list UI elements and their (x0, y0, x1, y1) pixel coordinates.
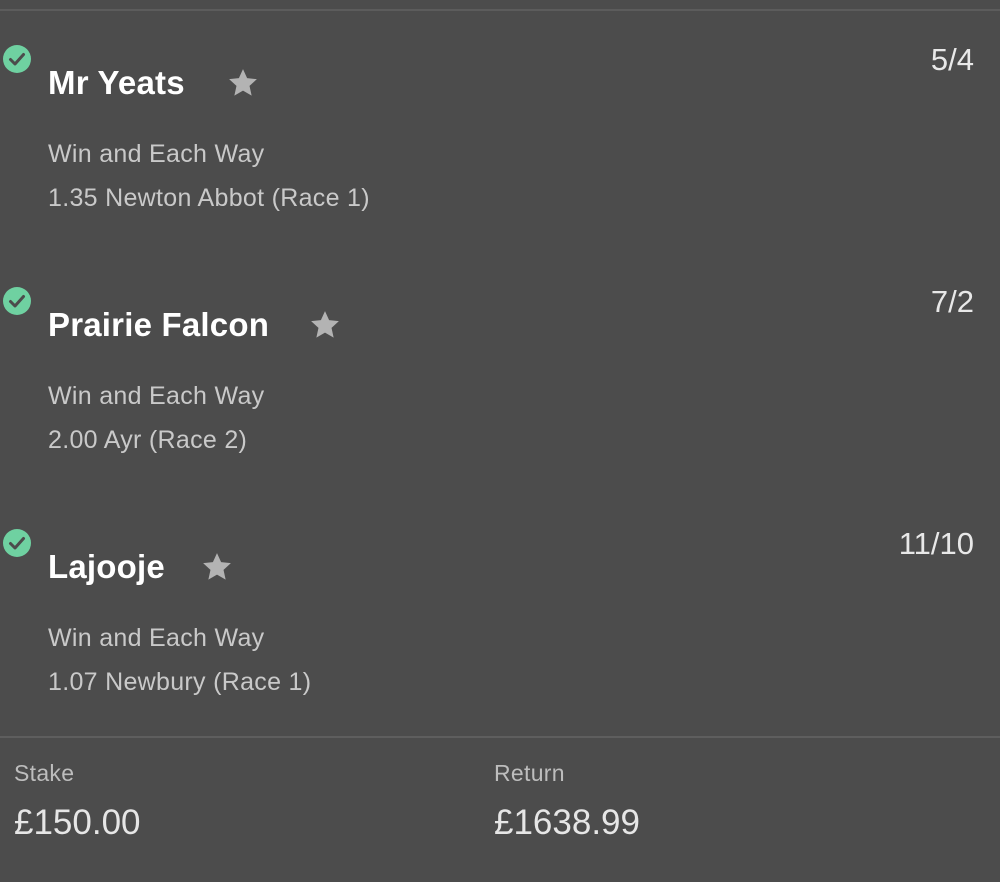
check-icon (3, 529, 31, 557)
check-icon (3, 45, 31, 73)
odds: 5/4 (930, 42, 974, 77)
race-event: 1.07 Newbury (Race 1) (48, 668, 312, 696)
runner-name: Lajooje (48, 548, 165, 585)
market-type: Win and Each Way (48, 140, 265, 168)
check-icon (3, 287, 31, 315)
selection-item[interactable]: Lajooje 11/10 Win and Each Way 1.07 Newb… (0, 520, 1000, 720)
top-divider (0, 9, 1000, 11)
return-summary: Return £1638.99 (494, 760, 640, 843)
stake-label: Stake (14, 760, 75, 786)
return-value: £1638.99 (494, 803, 640, 842)
market-type: Win and Each Way (48, 382, 265, 410)
runner-name: Prairie Falcon (48, 306, 270, 343)
star-icon[interactable] (308, 308, 342, 342)
race-event: 1.35 Newton Abbot (Race 1) (48, 184, 370, 212)
stake-summary: Stake £150.00 (14, 760, 141, 843)
bet-slip: Mr Yeats 5/4 Win and Each Way 1.35 Newto… (0, 0, 1000, 882)
odds: 7/2 (930, 284, 974, 319)
market-type: Win and Each Way (48, 624, 265, 652)
runner-name: Mr Yeats (48, 64, 185, 101)
selection-item[interactable]: Prairie Falcon 7/2 Win and Each Way 2.00… (0, 278, 1000, 478)
stake-value: £150.00 (14, 803, 141, 842)
odds: 11/10 (898, 526, 974, 561)
race-event: 2.00 Ayr (Race 2) (48, 426, 248, 454)
summary-divider (0, 736, 1000, 738)
star-icon[interactable] (226, 66, 260, 100)
return-label: Return (494, 760, 565, 786)
selection-item[interactable]: Mr Yeats 5/4 Win and Each Way 1.35 Newto… (0, 36, 1000, 236)
star-icon[interactable] (200, 550, 234, 584)
